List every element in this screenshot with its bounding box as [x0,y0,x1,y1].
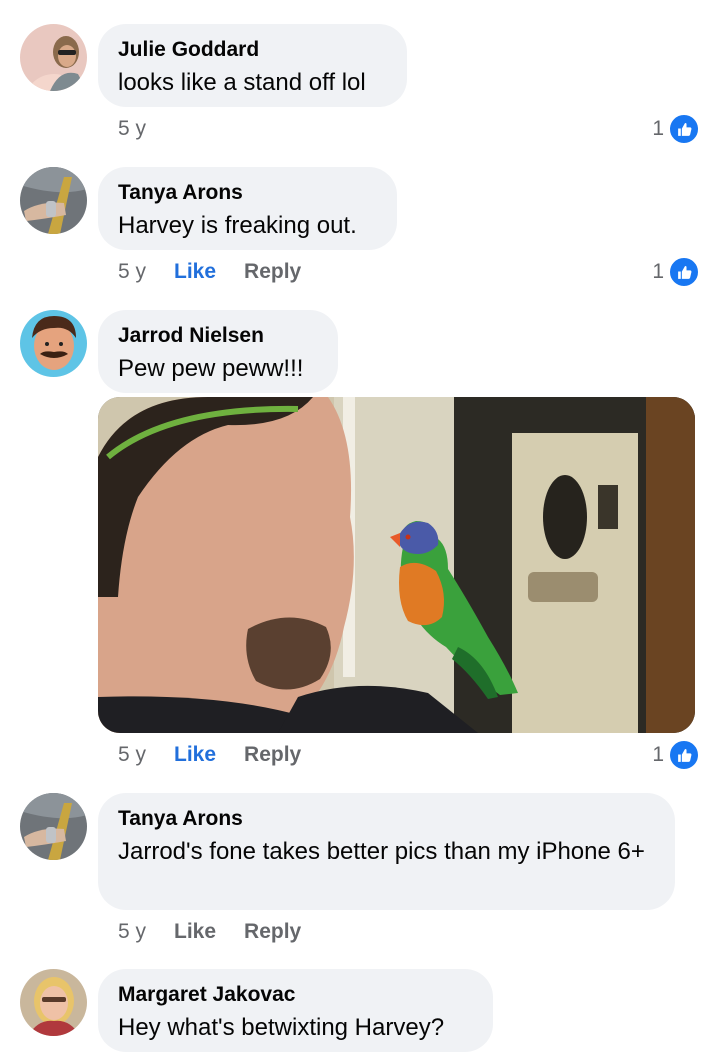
comment-text: looks like a stand off lol [118,69,366,96]
comment-bubble: Tanya Arons Jarrod's fone takes better p… [98,793,675,910]
comment-author[interactable]: Tanya Arons [118,806,655,832]
comment-meta: 5 y [118,116,174,142]
comment-text: Harvey is freaking out. [118,212,357,239]
comment-meta: 5 y Like Reply [118,919,301,945]
thumbs-up-icon [668,256,700,288]
comment-author[interactable]: Margaret Jakovac [118,982,473,1008]
reaction-count: 1 [652,743,664,766]
comment-timestamp[interactable]: 5 y [118,919,146,945]
reply-button[interactable]: Reply [244,259,301,285]
reaction-count: 1 [652,117,664,140]
like-button[interactable]: Like [174,742,216,768]
reaction-summary[interactable]: 1 [652,256,700,288]
avatar[interactable] [20,24,87,91]
comment-text: Pew pew peww!!! [118,355,304,382]
comment-author[interactable]: Jarrod Nielsen [118,323,318,349]
reply-button[interactable]: Reply [244,919,301,945]
comment-text: Hey what's betwixting Harvey? [118,1014,445,1041]
comment-author[interactable]: Julie Goddard [118,37,387,63]
like-button[interactable]: Like [174,259,216,285]
like-button[interactable]: Like [174,919,216,945]
comment-author[interactable]: Tanya Arons [118,180,377,206]
avatar[interactable] [20,310,87,377]
comment-bubble: Tanya Arons Harvey is freaking out. [98,167,397,250]
thumbs-up-icon [668,113,700,145]
thumbs-up-icon [668,739,700,771]
comment-timestamp[interactable]: 5 y [118,742,146,768]
reaction-summary[interactable]: 1 [652,739,700,771]
comment-text: Jarrod's fone takes better pics than my … [118,838,645,865]
comment-bubble: Julie Goddard looks like a stand off lol [98,24,407,107]
reply-button[interactable]: Reply [244,742,301,768]
comment-meta: 5 y Like Reply [118,259,301,285]
comment-bubble: Margaret Jakovac Hey what's betwixting H… [98,969,493,1052]
comment-bubble: Jarrod Nielsen Pew pew peww!!! [98,310,338,393]
comment-timestamp[interactable]: 5 y [118,259,146,285]
avatar[interactable] [20,969,87,1036]
avatar[interactable] [20,793,87,860]
reaction-count: 1 [652,260,664,283]
comment-photo[interactable] [98,397,695,733]
avatar[interactable] [20,167,87,234]
comment-meta: 5 y Like Reply [118,742,301,768]
comment-timestamp[interactable]: 5 y [118,116,146,142]
reaction-summary[interactable]: 1 [652,113,700,145]
